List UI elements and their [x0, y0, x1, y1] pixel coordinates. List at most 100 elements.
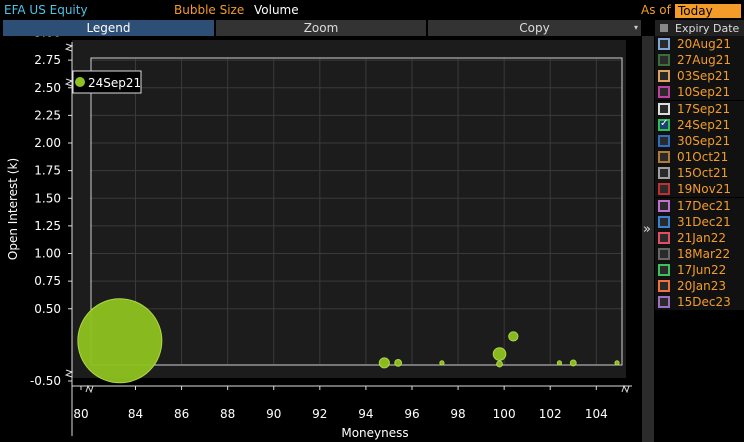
legend-item-15dec23[interactable]: 15Dec23 — [655, 294, 744, 311]
copy-tab[interactable]: Copy ▾ — [428, 20, 641, 36]
x-axis-title: Moneyness — [341, 426, 408, 440]
y-tick-label: 0.50 — [34, 302, 61, 316]
y-tick-label: 2.75 — [34, 53, 61, 67]
legend-item-label: 19Nov21 — [677, 182, 731, 197]
legend-checkbox[interactable] — [658, 118, 670, 131]
bubble-point[interactable] — [569, 359, 577, 367]
legend-item-label: 20Jan23 — [677, 279, 727, 294]
bubble-size-value[interactable]: Volume — [254, 3, 299, 17]
copy-tab-label: Copy — [519, 21, 550, 35]
x-tick-label: 102 — [539, 407, 562, 421]
y-axis-title: Open Interest (k) — [6, 158, 20, 260]
axis-break-icon — [64, 43, 74, 52]
x-tick-label: 104 — [585, 407, 608, 421]
legend-checkbox[interactable] — [658, 38, 670, 50]
legend-item-27aug21[interactable]: 27Aug21 — [655, 52, 744, 69]
legend-panel-title: Expiry Date — [675, 22, 740, 35]
bubble-point[interactable] — [614, 360, 620, 366]
bubble-point[interactable] — [508, 331, 519, 342]
legend-item-label: 17Jun22 — [677, 263, 727, 278]
x-tick-label: 94 — [358, 407, 373, 421]
legend-collapse-handle[interactable]: » — [642, 36, 654, 442]
legend-item-17sep21[interactable]: 17Sep21 — [655, 100, 744, 117]
legend-item-label: 15Dec23 — [677, 295, 731, 310]
axis-break-icon — [64, 369, 74, 378]
x-tick-label: 88 — [220, 407, 235, 421]
legend-item-label: 15Oct21 — [677, 166, 729, 181]
x-tick-label: 98 — [450, 407, 465, 421]
legend-item-label: 31Dec21 — [677, 214, 731, 229]
legend-checkbox[interactable] — [658, 70, 670, 83]
zoom-tab[interactable]: Zoom — [216, 20, 426, 36]
legend-item-01oct21[interactable]: 01Oct21 — [655, 149, 744, 166]
legend-checkbox[interactable] — [658, 231, 670, 244]
y-tick-label: 3.00 — [34, 36, 61, 40]
legend-checkbox[interactable] — [658, 134, 670, 147]
y-tick-label: 0.75 — [34, 274, 61, 288]
y-tick-label: 2.25 — [34, 108, 61, 122]
legend-item-label: 20Aug21 — [677, 37, 731, 51]
legend-item-20jan23[interactable]: 20Jan23 — [655, 278, 744, 295]
y-tick-label: 2.50 — [34, 81, 61, 95]
y-tick-label: 1.25 — [34, 219, 61, 233]
bubble-point[interactable] — [439, 360, 445, 366]
legend-checkbox[interactable] — [658, 102, 670, 115]
legend-checkbox[interactable] — [658, 183, 670, 196]
legend-checkbox[interactable] — [658, 280, 670, 293]
legend-item-label: 17Dec21 — [677, 198, 731, 213]
legend-item-20aug21[interactable]: 20Aug21 — [655, 36, 744, 52]
legend-item-18mar22[interactable]: 18Mar22 — [655, 245, 744, 262]
legend-checkbox[interactable] — [658, 167, 670, 180]
legend-item-label: 03Sep21 — [677, 69, 731, 84]
legend-checkbox[interactable] — [658, 215, 670, 228]
bubble-point[interactable] — [492, 347, 507, 361]
ticker-label[interactable]: EFA US Equity — [4, 3, 88, 17]
legend-item-03sep21[interactable]: 03Sep21 — [655, 68, 744, 85]
legend-checkbox[interactable] — [658, 199, 670, 212]
legend-checkbox[interactable] — [658, 86, 670, 99]
x-tick-label: 86 — [174, 407, 189, 421]
legend-tab[interactable]: Legend — [3, 20, 214, 36]
bubble-point[interactable] — [77, 298, 163, 384]
y-tick-label: 2.00 — [34, 136, 61, 150]
legend-item-21jan22[interactable]: 21Jan22 — [655, 229, 744, 246]
legend-item-label: 17Sep21 — [677, 101, 731, 116]
header-bar: EFA US Equity Bubble Size Volume As of T… — [0, 0, 744, 19]
y-tick-label: 1.50 — [34, 191, 61, 205]
bubble-point[interactable] — [378, 357, 390, 369]
legend-checkbox[interactable] — [658, 264, 670, 277]
legend-checkbox[interactable] — [658, 151, 670, 164]
axis-break-icon — [85, 384, 94, 394]
legend-item-label: 27Aug21 — [677, 53, 731, 68]
legend-item-label: 18Mar22 — [677, 246, 731, 261]
legend-checkbox[interactable] — [658, 54, 670, 67]
x-tick-label: 96 — [404, 407, 419, 421]
legend-item-label: 24Sep21 — [677, 117, 731, 132]
x-tick-label: 100 — [493, 407, 516, 421]
legend-item-31dec21[interactable]: 31Dec21 — [655, 213, 744, 230]
double-chevron-right-icon: » — [643, 222, 651, 237]
legend-item-15oct21[interactable]: 15Oct21 — [655, 165, 744, 182]
bubble-chart[interactable]: -0.50 0.50 0.75 1.00 1.25 1.50 1.75 2.00 2.25 2.5… — [0, 36, 642, 442]
legend-item-17dec21[interactable]: 17Dec21 — [655, 197, 744, 214]
x-tick-label: 84 — [128, 407, 143, 421]
y-tick-label: 1.00 — [34, 247, 61, 261]
legend-item-17jun22[interactable]: 17Jun22 — [655, 262, 744, 279]
as-of-date-field[interactable]: Today — [675, 4, 741, 18]
x-tick-label: 90 — [266, 407, 281, 421]
legend-item-label: 30Sep21 — [677, 133, 731, 148]
bubble-point[interactable] — [496, 360, 503, 368]
legend-item-label: 01Oct21 — [677, 150, 729, 165]
x-tick-label: 80 — [73, 407, 88, 421]
legend-item-label: 10Sep21 — [677, 85, 731, 100]
legend-item-19nov21[interactable]: 19Nov21 — [655, 181, 744, 198]
legend-item-24sep21[interactable]: 24Sep21 — [655, 116, 744, 133]
legend-item-10sep21[interactable]: 10Sep21 — [655, 84, 744, 101]
legend-checkbox[interactable] — [658, 247, 670, 260]
legend-item-30sep21[interactable]: 30Sep21 — [655, 132, 744, 149]
bubble-point[interactable] — [556, 360, 563, 366]
x-tick-label: 92 — [312, 407, 327, 421]
chevron-down-icon[interactable]: ▾ — [634, 20, 638, 36]
bubble-point[interactable] — [394, 359, 403, 367]
legend-checkbox[interactable] — [658, 296, 670, 309]
